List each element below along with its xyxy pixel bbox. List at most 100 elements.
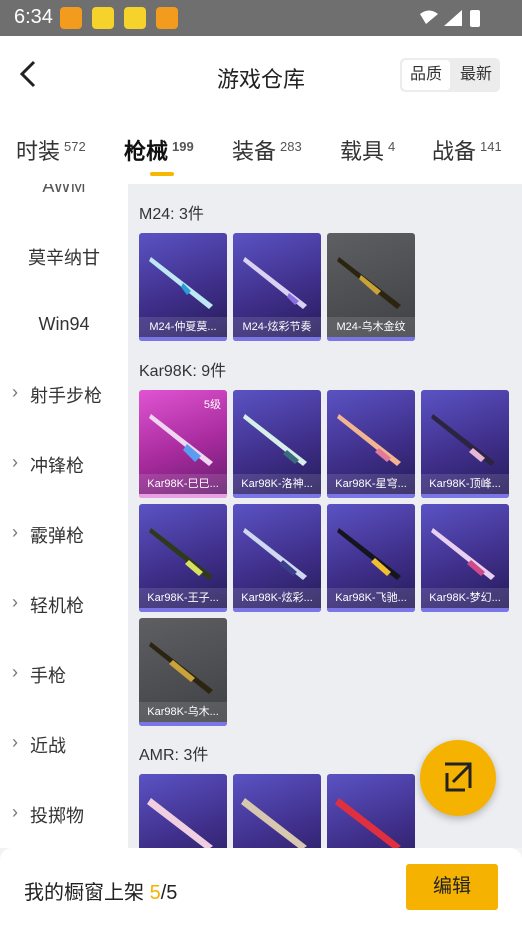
rarity-bar [421, 494, 509, 498]
rifle-icon [337, 414, 401, 466]
tab-count: 199 [172, 139, 194, 154]
sidebar-item-label: 轻机枪 [30, 596, 84, 616]
sidebar-item-label: 霰弹枪 [30, 526, 84, 546]
app-icon [156, 7, 178, 29]
chevron-right-icon: › [12, 382, 18, 402]
share-button[interactable] [420, 740, 496, 816]
item-card[interactable]: Kar98K-乌木... [139, 618, 227, 726]
rifle-icon [431, 414, 495, 466]
rarity-bar [327, 337, 415, 341]
item-card[interactable]: Kar98K-飞驰... [327, 504, 415, 612]
item-card[interactable] [327, 774, 415, 848]
item-card[interactable]: M24-仲夏莫... [139, 233, 227, 341]
tab-count: 572 [64, 139, 86, 154]
active-tab-indicator [150, 172, 174, 176]
item-name: M24-炫彩节奏 [233, 317, 321, 337]
tab-count: 4 [388, 139, 396, 154]
sidebar-item-win94[interactable]: Win94 [0, 314, 128, 335]
sidebar-item-label: 冲锋枪 [30, 456, 84, 476]
rarity-bar [421, 608, 509, 612]
sidebar-item-awm[interactable]: AWM [0, 184, 128, 197]
rifle-icon [149, 642, 213, 694]
tab-firearms[interactable]: 枪械 199 [124, 134, 194, 166]
item-card[interactable]: Kar98K-炫彩... [233, 504, 321, 612]
sidebar-item-label: 手枪 [30, 666, 66, 686]
sort-toggle: 品质 最新 [400, 58, 500, 92]
item-name: Kar98K-顶峰... [421, 474, 509, 494]
group-title-kar98k: Kar98K: 9件 [139, 363, 227, 380]
status-icons [420, 10, 480, 27]
weapon-category-sidebar: AWM 莫辛纳甘 Win94 › 射手步枪 › 冲锋枪 › 霰弹枪 › 轻机枪 … [0, 184, 128, 848]
sidebar-item-label: Win94 [38, 314, 90, 334]
app-icon [92, 7, 114, 29]
item-name: M24-仲夏莫... [139, 317, 227, 337]
item-card[interactable]: 5级 Kar98K-巳巳... [139, 390, 227, 498]
showcase-label: 我的橱窗上架 [24, 882, 144, 904]
edit-button[interactable]: 编辑 [406, 864, 498, 910]
tab-count: 283 [280, 139, 302, 154]
sort-quality-button[interactable]: 品质 [402, 60, 450, 90]
chevron-right-icon: › [12, 592, 18, 612]
item-card[interactable]: Kar98K-洛神... [233, 390, 321, 498]
tab-label: 载具 [340, 139, 385, 164]
chevron-right-icon: › [12, 732, 18, 752]
sidebar-item-label: AWM [42, 184, 86, 196]
app-icon [60, 7, 82, 29]
tab-label: 装备 [232, 139, 277, 164]
tab-equipment[interactable]: 装备 283 [232, 134, 302, 166]
tab-vehicles[interactable]: 载具 4 [340, 134, 395, 166]
header: 游戏仓库 品质 最新 [0, 36, 522, 120]
item-name: M24-乌木金纹 [327, 317, 415, 337]
sort-latest-button[interactable]: 最新 [452, 58, 500, 92]
rifle-icon [243, 414, 307, 466]
group-title-amr: AMR: 3件 [139, 747, 209, 764]
item-card[interactable]: Kar98K-王子... [139, 504, 227, 612]
rifle-icon [337, 257, 401, 309]
tab-fashion[interactable]: 时装 572 [16, 134, 86, 166]
battery-icon [470, 10, 480, 27]
chevron-right-icon: › [12, 452, 18, 472]
rifle-icon [431, 528, 495, 580]
share-icon [445, 762, 472, 792]
tab-label: 时装 [16, 139, 61, 164]
item-name: Kar98K-巳巳... [139, 474, 227, 494]
item-card[interactable] [139, 774, 227, 848]
item-name: Kar98K-梦幻... [421, 588, 509, 608]
showcase-count-current: 5 [149, 882, 161, 904]
rifle-icon [337, 528, 401, 580]
item-card[interactable]: M24-乌木金纹 [327, 233, 415, 341]
rifle-icon [149, 528, 213, 580]
tab-label: 战备 [432, 139, 477, 164]
tab-supplies[interactable]: 战备 141 [432, 134, 502, 166]
item-name: Kar98K-星穹... [327, 474, 415, 494]
rarity-bar [139, 608, 227, 612]
sidebar-item-mosin[interactable]: 莫辛纳甘 [0, 244, 128, 270]
status-time: 6:34 [14, 6, 53, 28]
rifle-icon [147, 798, 213, 848]
rifle-icon [243, 528, 307, 580]
rarity-bar [139, 337, 227, 341]
status-bar: 6:34 [0, 0, 522, 36]
item-card[interactable]: Kar98K-顶峰... [421, 390, 509, 498]
chevron-right-icon: › [12, 522, 18, 542]
item-card[interactable]: Kar98K-梦幻... [421, 504, 509, 612]
item-name: Kar98K-乌木... [139, 702, 227, 722]
category-tabs: 时装 572 枪械 199 装备 283 载具 4 战备 141 [0, 120, 522, 184]
item-card[interactable] [233, 774, 321, 848]
chevron-right-icon: › [12, 662, 18, 682]
item-name: Kar98K-洛神... [233, 474, 321, 494]
showcase-bar: 我的橱窗上架 5/5 编辑 [0, 848, 522, 928]
sidebar-item-label: 投掷物 [30, 806, 84, 826]
item-card[interactable]: Kar98K-星穹... [327, 390, 415, 498]
showcase-status: 我的橱窗上架 5/5 [24, 876, 177, 905]
item-name: Kar98K-炫彩... [233, 588, 321, 608]
item-name: Kar98K-王子... [139, 588, 227, 608]
rifle-icon [335, 798, 401, 848]
rarity-bar [233, 608, 321, 612]
rifle-icon [149, 414, 213, 466]
item-card[interactable]: M24-炫彩节奏 [233, 233, 321, 341]
rarity-bar [139, 722, 227, 726]
rifle-icon [149, 257, 213, 309]
sidebar-item-label: 近战 [30, 736, 66, 756]
rifle-icon [241, 798, 307, 848]
